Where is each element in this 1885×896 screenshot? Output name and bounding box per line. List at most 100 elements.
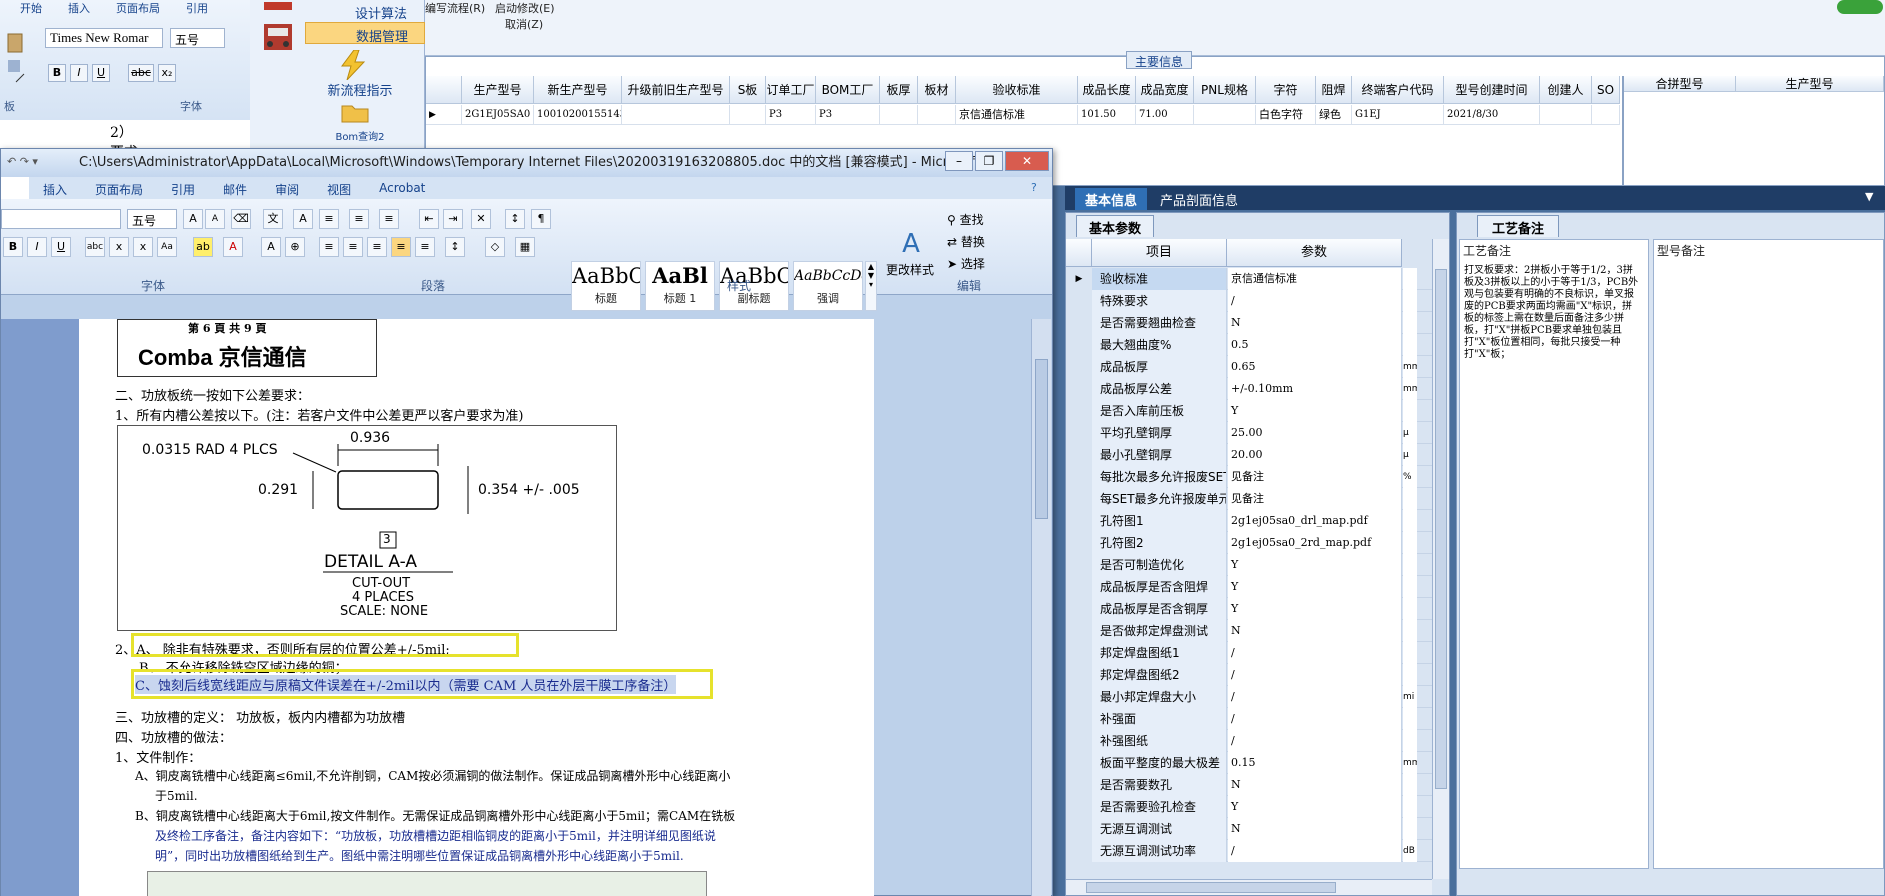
tab-insert[interactable]: 插入 (29, 177, 81, 199)
param-value[interactable]: 2g1ej05sa0_2rd_map.pdf (1228, 532, 1402, 554)
param-value[interactable]: Y (1228, 576, 1402, 598)
line-spacing-icon[interactable]: ↕ (445, 237, 465, 257)
param-value[interactable]: N (1228, 620, 1402, 642)
calculator-icon[interactable] (260, 0, 298, 60)
param-value[interactable]: 0.5 (1228, 334, 1402, 356)
col-header[interactable]: 成品长度 (1078, 76, 1136, 104)
col-header[interactable]: 新生产型号 (534, 76, 622, 104)
param-value[interactable]: / (1228, 642, 1402, 664)
font-color-icon[interactable]: A (223, 237, 243, 257)
tab-mailings[interactable]: 邮件 (209, 177, 261, 199)
param-row[interactable]: 孔符图2 2g1ej05sa0_2rd_map.pdf (1092, 532, 1432, 554)
table-cell[interactable] (1540, 105, 1592, 125)
bullets-icon[interactable]: ≡ (319, 209, 339, 229)
change-case-icon[interactable]: Aa (157, 237, 177, 257)
table-cell[interactable]: 101.50 (1078, 105, 1136, 125)
col-header[interactable]: 终端客户代码 (1352, 76, 1444, 104)
tab-acrobat[interactable]: Acrobat (365, 177, 439, 199)
param-row[interactable]: 特殊要求 / (1092, 290, 1432, 312)
param-value[interactable]: 0.65 (1228, 356, 1402, 378)
table-cell[interactable]: 绿色 (1316, 105, 1352, 125)
col-header[interactable]: 板厚 (880, 76, 918, 104)
param-value[interactable]: 20.00 (1228, 444, 1402, 466)
superscript-icon[interactable]: x (133, 237, 153, 257)
params-col-value[interactable]: 参数 (1227, 239, 1402, 267)
align-left-icon[interactable]: ≡ (319, 237, 339, 257)
minimize-button[interactable]: – (945, 151, 973, 171)
cn-layout-icon[interactable]: ✕ (471, 209, 491, 229)
bg-tab-home[interactable]: 开始 (20, 0, 42, 15)
menu-cancel[interactable]: 取消(Z) (505, 16, 543, 32)
lightning-icon[interactable] (338, 49, 368, 81)
font-size-box[interactable]: 五号 (127, 209, 177, 229)
params-vscrollbar[interactable] (1432, 239, 1449, 879)
param-value[interactable]: 0.15 (1228, 752, 1402, 774)
subscript-icon[interactable]: x (109, 237, 129, 257)
param-row[interactable]: 无源互调测试 N (1092, 818, 1432, 840)
select-button[interactable]: ➤ 选择 (947, 255, 985, 272)
col-header[interactable]: 板材 (918, 76, 956, 104)
doc-scroll-thumb[interactable] (1035, 359, 1048, 519)
param-value[interactable]: +/-0.10mm (1228, 378, 1402, 400)
replace-button[interactable]: ⇄ 替换 (947, 233, 985, 250)
bg-tab-ref[interactable]: 引用 (186, 0, 208, 15)
col-header[interactable]: 型号创建时间 (1444, 76, 1540, 104)
param-row[interactable]: 邦定焊盘图纸2/ (1092, 664, 1432, 686)
param-value[interactable]: Y (1228, 400, 1402, 422)
col-header-merge-model[interactable]: 合拼型号 (1624, 76, 1736, 92)
decrease-indent-icon[interactable]: ⇤ (419, 209, 439, 229)
param-row[interactable]: 是否需要翘曲检查 N (1092, 312, 1432, 334)
style-heading1[interactable]: AaBl 标题 1 (645, 261, 715, 311)
align-center-icon[interactable]: ≡ (343, 237, 363, 257)
param-value[interactable]: N (1228, 818, 1402, 840)
bg-font-size-box[interactable]: 五号 (170, 28, 225, 48)
underline-icon[interactable]: U (51, 237, 71, 257)
param-row[interactable]: 最大翘曲度% 0.5 (1092, 334, 1432, 356)
table-cell[interactable] (1194, 105, 1256, 125)
tab-basic-info[interactable]: 基本信息 (1075, 188, 1148, 210)
new-flow-label[interactable]: 新流程指示 (310, 80, 410, 99)
bom-query-label[interactable]: Bom查询2 (310, 128, 410, 143)
craft-notes-box[interactable]: 工艺备注 打叉板要求：2拼板小于等于1/2，3拼板及3拼板以上的小于等于1/3，… (1459, 239, 1649, 869)
help-icon[interactable]: ? (1031, 181, 1037, 194)
italic-icon[interactable]: I (27, 237, 47, 257)
bg-font-name-box[interactable]: Times New Romar (45, 28, 163, 48)
param-row[interactable]: 孔符图1 2g1ej05sa0_drl_map.pdf (1092, 510, 1432, 532)
param-value[interactable]: / (1228, 664, 1402, 686)
col-header[interactable]: 生产型号 (462, 76, 534, 104)
change-style-icon[interactable]: A (881, 229, 941, 259)
table-cell[interactable] (730, 105, 766, 125)
bold-icon[interactable]: B (3, 237, 23, 257)
find-button[interactable]: ⚲ 查找 (947, 211, 984, 228)
table-cell[interactable]: 白色字符 (1256, 105, 1316, 125)
bg-italic-button[interactable]: I (70, 64, 88, 82)
param-value[interactable]: Y (1228, 554, 1402, 576)
justify-icon[interactable]: ≡ (391, 237, 411, 257)
table-cell[interactable]: 2G1EJ05SA0 (462, 105, 534, 125)
bg-bold-button[interactable]: B (48, 64, 66, 82)
tab-review[interactable]: 审阅 (261, 177, 313, 199)
param-value[interactable]: / (1228, 290, 1402, 312)
param-value[interactable]: Y (1228, 796, 1402, 818)
tab-home[interactable] (1, 177, 29, 199)
model-notes-box[interactable]: 型号备注 (1653, 239, 1884, 869)
param-value[interactable]: 2g1ej05sa0_drl_map.pdf (1228, 510, 1402, 532)
param-value[interactable]: N (1228, 774, 1402, 796)
basic-params-tab[interactable]: 基本参数 (1076, 215, 1155, 237)
param-row[interactable]: 是否需要验孔检查 Y (1092, 796, 1432, 818)
col-header[interactable]: 验收标准 (956, 76, 1078, 104)
col-header[interactable]: SO (1592, 76, 1620, 104)
font-name-box[interactable] (1, 209, 121, 229)
param-value[interactable]: / (1228, 708, 1402, 730)
borders-icon[interactable]: ▦ (515, 237, 535, 257)
param-row[interactable]: 每SET最多允许报废单元 见备注 (1092, 488, 1432, 510)
enclose-char-icon[interactable]: ⊕ (285, 237, 305, 257)
param-row[interactable]: 验收标准 京信通信标准 (1092, 268, 1432, 290)
table-cell[interactable] (918, 105, 956, 125)
menu-data-management[interactable]: 数据管理 (305, 22, 425, 45)
param-row[interactable]: 是否需要数孔 N (1092, 774, 1432, 796)
col-header[interactable]: BOM工厂 (816, 76, 880, 104)
style-emphasis[interactable]: AaBbCcDd 强调 (793, 261, 863, 311)
char-border-icon[interactable]: A (293, 209, 313, 229)
param-row[interactable]: 最小邦定焊盘大小 / mi (1092, 686, 1432, 708)
